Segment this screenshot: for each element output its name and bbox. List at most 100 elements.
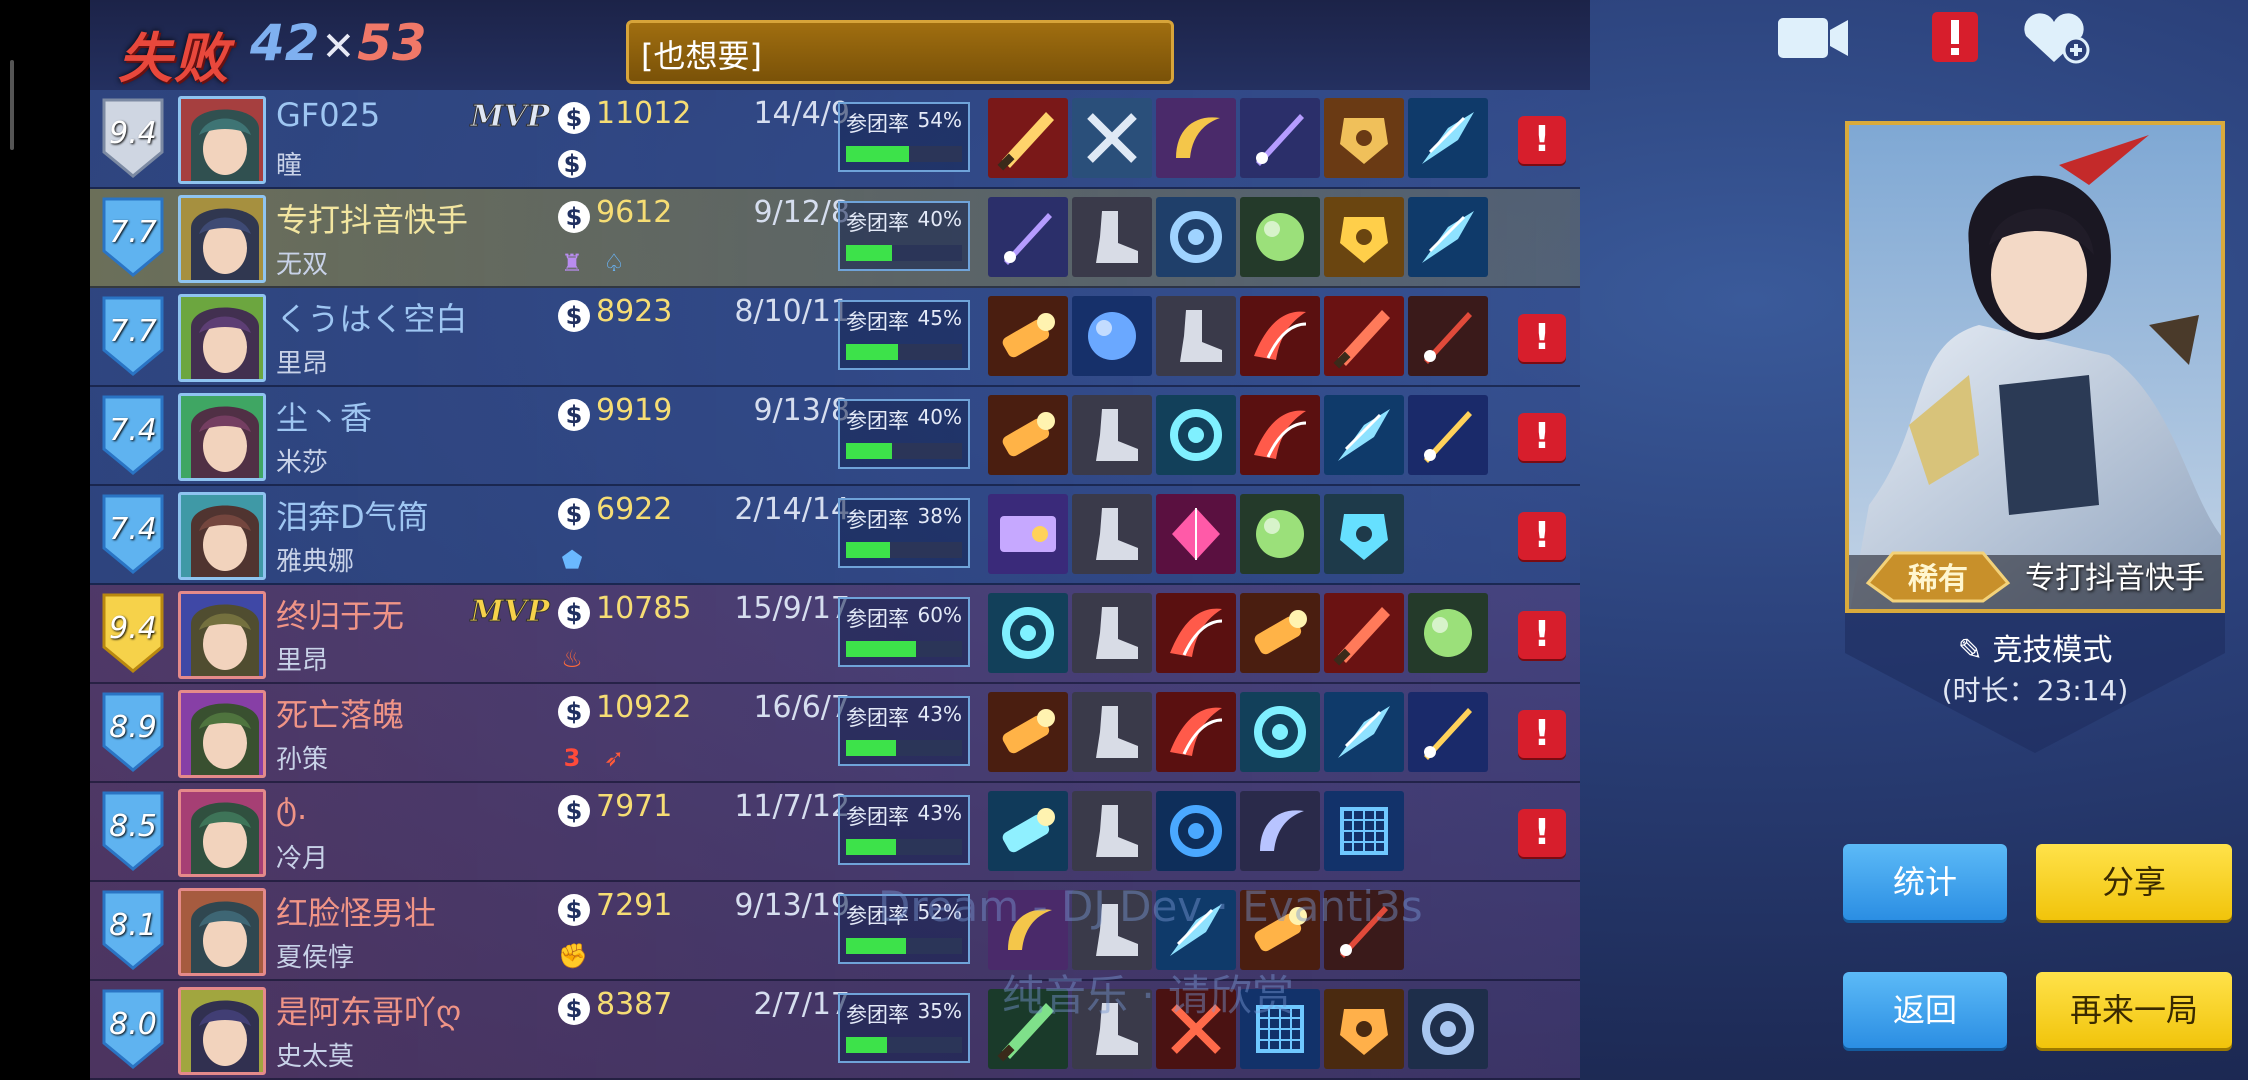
report-player-button[interactable]: ! [1518,512,1566,560]
report-icon[interactable] [1914,8,1994,68]
player-name: 是阿东哥吖ღ [276,993,462,1031]
participation-fill [846,245,893,261]
armor-item[interactable] [1324,98,1404,178]
ice-cannon-item[interactable] [988,791,1068,871]
participation-fill [846,641,916,657]
play-again-button[interactable]: 再来一局 [2036,972,2232,1048]
stats-button[interactable]: 统计 [1843,844,2007,920]
hammer-item[interactable] [988,593,1068,673]
hero-avatar[interactable] [178,789,266,877]
gauntlet-item[interactable] [1324,494,1404,574]
report-player-button[interactable]: ! [1518,611,1566,659]
claw-item[interactable] [1156,692,1236,772]
ice-shard-item[interactable] [1408,197,1488,277]
cannon-item[interactable] [1240,593,1320,673]
gold-armor-item[interactable] [1324,197,1404,277]
bow-item[interactable] [1240,791,1320,871]
cube-item[interactable] [1324,791,1404,871]
report-player-button[interactable]: ! [1518,116,1566,164]
hero-avatar[interactable] [178,294,266,382]
boots-item[interactable] [1072,791,1152,871]
player-row[interactable]: 8.5 ტ. 冷月 $7971 11/7/12 参团率 43% ! [90,783,1580,882]
hero-avatar[interactable] [178,195,266,283]
claw-item[interactable] [1240,296,1320,376]
red-blade-item[interactable] [1324,593,1404,673]
cannon-item[interactable] [988,692,1068,772]
side-handle[interactable] [10,60,14,150]
hero-avatar[interactable] [178,96,266,184]
report-player-button[interactable]: ! [1518,314,1566,362]
tower-icon: ♜ [561,249,583,277]
hammer-item[interactable] [1240,692,1320,772]
hammer-item[interactable] [1156,395,1236,475]
dark-sword-item[interactable] [1408,296,1488,376]
kda: 11/7/12 [734,789,850,824]
report-player-button[interactable]: ! [1518,809,1566,857]
scythe-item[interactable] [1156,98,1236,178]
report-player-button[interactable]: ! [1518,413,1566,461]
axe-item[interactable] [1072,98,1152,178]
lantern-item[interactable] [1324,989,1404,1069]
boots-item[interactable] [1072,395,1152,475]
player-row[interactable]: 7.7 くうはく空白 里昂 $8923 8/10/11 参团率 45% ! [90,288,1580,387]
red-blade-item[interactable] [1324,296,1404,376]
boots-item[interactable] [1072,494,1152,574]
player-row[interactable]: 9.4 终归于无 里昂 MVP $10785 15/9/17 ♨ 参团率 60% ! [90,585,1580,684]
add-friend-heart-icon[interactable] [2014,8,2094,68]
hero-avatar[interactable] [178,492,266,580]
golden-spear-item[interactable] [1408,395,1488,475]
boots-item[interactable] [1072,692,1152,772]
kda: 14/4/9 [753,96,850,131]
share-button[interactable]: 分享 [2036,844,2232,920]
hero-avatar[interactable] [178,591,266,679]
player-name: ტ. [276,789,308,827]
back-button[interactable]: 返回 [1843,972,2007,1048]
mvp-badge: MVP [469,594,551,630]
coin-icon: $ [558,150,586,178]
crystal-sword-item[interactable] [988,197,1068,277]
pink-gem-item[interactable] [1156,494,1236,574]
hero-avatar[interactable] [178,987,266,1075]
hero-avatar[interactable] [178,690,266,778]
clock-item[interactable] [1408,989,1488,1069]
achievement-icons: ⬟ [558,546,586,576]
ice-shard-item[interactable] [1408,98,1488,178]
boots-item[interactable] [1072,593,1152,673]
jungle-icon: ♤ [603,249,625,277]
hero-avatar[interactable] [178,393,266,481]
claw-item[interactable] [1156,593,1236,673]
rating-value: 9.4 [109,611,157,646]
cannon-item[interactable] [988,296,1068,376]
crystal-sword-item[interactable] [1240,98,1320,178]
blue-ring-item[interactable] [1156,791,1236,871]
claw-item[interactable] [1240,395,1320,475]
player-name: 专打抖音快手 [276,201,469,239]
boots-item[interactable] [1156,296,1236,376]
cannon-item[interactable] [988,395,1068,475]
video-record-icon[interactable] [1774,8,1854,68]
compass-item[interactable] [1156,197,1236,277]
boots-item[interactable] [1072,197,1152,277]
player-row[interactable]: 7.7 专打抖音快手 无双 $9612 9/12/8 ♜ ♤ 参团率 40% [90,189,1580,288]
ticket-item[interactable] [988,494,1068,574]
spiked-orb-item[interactable] [1240,197,1320,277]
golden-spear-item[interactable] [1408,692,1488,772]
blade-item[interactable] [988,98,1068,178]
spiked-orb-item[interactable] [1240,494,1320,574]
player-row[interactable]: 7.4 尘丶香 米莎 $9919 9/13/8 参团率 40% ! [90,387,1580,486]
player-row[interactable]: 7.4 泪奔D气筒 雅典娜 $6922 2/14/14 ⬟ 参团率 38% ! [90,486,1580,585]
player-row[interactable]: 9.4 GF025 瞳 MVP $11012 14/4/9 $ 参团率 54% ! [90,90,1580,189]
player-row[interactable]: 8.9 死亡落魄 孙策 $10922 16/6/7 3 ➶ 参团率 43% ! [90,684,1580,783]
gold-coin-icon: $ [558,597,590,629]
participation-label: 参团率 [846,607,909,631]
mvp-label: MVP [469,594,550,629]
rarity-badge: 稀有 [1865,551,2011,603]
blue-orb-item[interactable] [1072,296,1152,376]
ice-shard-item[interactable] [1324,692,1404,772]
spiked-orb-item[interactable] [1408,593,1488,673]
ice-shard-item[interactable] [1324,395,1404,475]
hero-avatar[interactable] [178,888,266,976]
report-player-button[interactable]: ! [1518,710,1566,758]
player-row[interactable]: 8.0 是阿东哥吖ღ 史太莫 $8387 2/7/17 参团率 35% [90,981,1580,1080]
fire-icon: ♨ [561,645,583,673]
